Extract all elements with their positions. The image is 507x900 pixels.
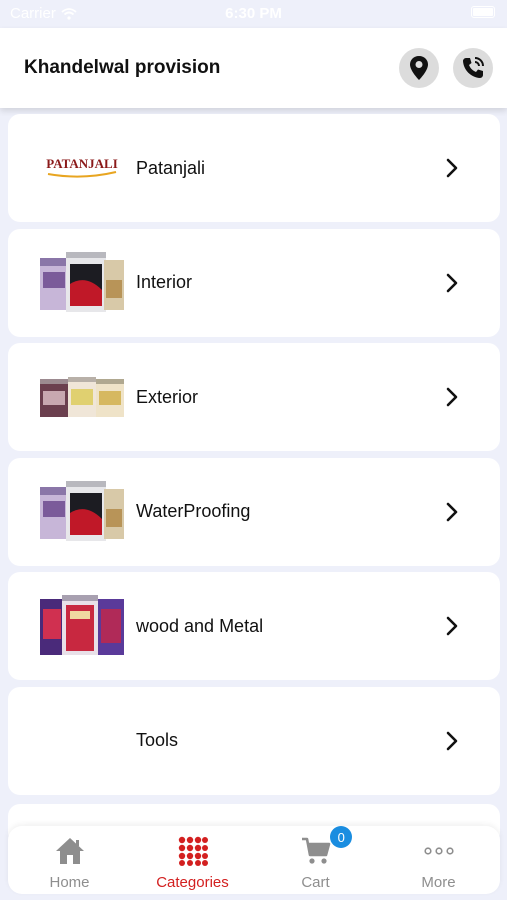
patanjali-logo: PATANJALI: [40, 135, 124, 201]
wood-metal-paint-cans-image: [40, 593, 124, 659]
category-item-patanjali[interactable]: PATANJALI Patanjali: [8, 114, 500, 222]
status-bar: Carrier 6:30 PM: [0, 0, 507, 28]
phone-call-icon: [463, 57, 484, 78]
tab-label: More: [421, 874, 456, 891]
chevron-right-icon: [446, 387, 458, 407]
tab-categories[interactable]: Categories: [131, 826, 254, 894]
interior-paint-cans-image: [40, 250, 124, 316]
category-label: wood and Metal: [136, 615, 264, 636]
tab-label: Categories: [156, 874, 229, 891]
category-item-tools[interactable]: Tools: [8, 686, 500, 795]
chevron-right-icon: [446, 502, 458, 522]
category-item-exterior[interactable]: Exterior: [8, 343, 500, 452]
chevron-right-icon: [446, 273, 458, 292]
cart-count-badge: 0: [330, 826, 353, 848]
store-title: Khandelwal provision: [24, 57, 221, 78]
category-label: Interior: [136, 272, 193, 293]
category-item-waterproofing[interactable]: WaterProofing: [8, 457, 500, 566]
tab-label: Home: [49, 874, 90, 891]
cart-icon: [301, 837, 330, 864]
tab-more[interactable]: More: [377, 826, 500, 894]
home-icon: [55, 838, 84, 864]
category-label: Tools: [136, 730, 179, 751]
tools-image-placeholder: [40, 708, 124, 774]
patanjali-logo-text: PATANJALI: [46, 156, 118, 171]
grid-dots-icon: [178, 836, 208, 866]
battery-icon: [471, 6, 495, 18]
bottom-tab-bar: Home Categories 0 Cart More: [8, 826, 500, 894]
category-label: WaterProofing: [136, 501, 251, 522]
category-item-interior[interactable]: Interior: [8, 228, 500, 337]
waterproofing-paint-cans-image: [40, 479, 124, 545]
location-button[interactable]: [399, 48, 439, 88]
tab-cart[interactable]: 0 Cart: [254, 826, 377, 894]
app-header: Khandelwal provision: [0, 28, 507, 108]
category-list: PATANJALI Patanjali Interior Exterior Wa…: [8, 114, 500, 802]
category-item-wood-and-metal[interactable]: wood and Metal: [8, 572, 500, 681]
category-label: Patanjali: [136, 157, 206, 178]
chevron-right-icon: [446, 158, 458, 178]
tab-label: Cart: [301, 874, 330, 891]
chevron-right-icon: [446, 731, 458, 751]
more-dots-icon: [423, 847, 454, 855]
call-button[interactable]: [453, 48, 493, 88]
tab-home[interactable]: Home: [8, 826, 131, 894]
location-pin-icon: [410, 56, 428, 80]
category-label: Exterior: [136, 386, 199, 407]
status-time: 6:30 PM: [225, 5, 282, 22]
exterior-paint-cans-image: [40, 364, 124, 430]
chevron-right-icon: [446, 617, 458, 636]
